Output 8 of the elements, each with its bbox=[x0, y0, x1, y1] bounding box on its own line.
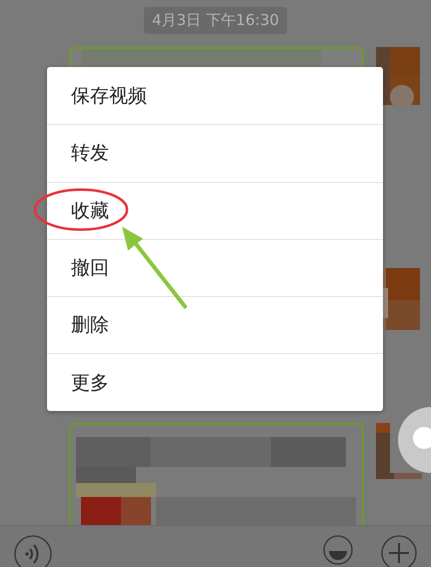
timestamp: 4月3日 下午16:30 bbox=[144, 7, 288, 34]
add-icon[interactable] bbox=[381, 535, 417, 567]
menu-item[interactable]: 保存视频 bbox=[47, 67, 383, 124]
menu-item[interactable]: 更多 bbox=[47, 353, 383, 411]
menu-item[interactable]: 转发 bbox=[47, 124, 383, 182]
emoji-icon[interactable] bbox=[323, 535, 353, 565]
menu-item[interactable]: 删除 bbox=[47, 296, 383, 354]
voice-icon[interactable] bbox=[14, 535, 52, 567]
